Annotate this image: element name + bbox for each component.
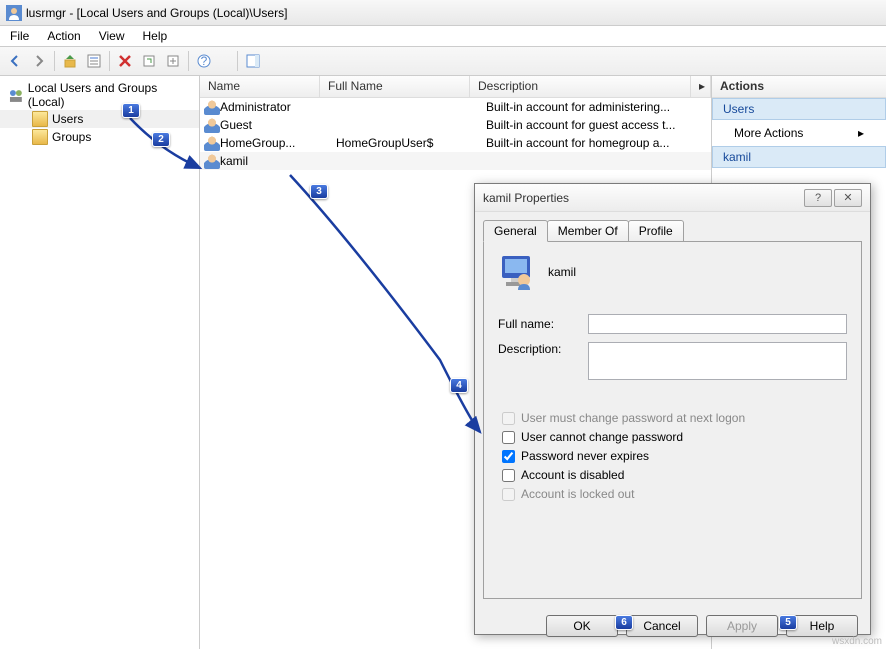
forward-button[interactable] [28, 50, 50, 72]
description-label: Description: [498, 342, 588, 356]
app-icon [6, 5, 22, 21]
user-icon [498, 254, 534, 290]
cell-desc: Built-in account for homegroup a... [486, 136, 711, 150]
actions-toggle-button[interactable] [242, 50, 264, 72]
menu-action[interactable]: Action [47, 29, 80, 43]
fullname-field[interactable] [588, 314, 847, 334]
cell-name: Guest [220, 118, 336, 132]
check-locked: Account is locked out [502, 487, 847, 501]
close-icon[interactable]: ✕ [834, 189, 862, 207]
folder-icon [32, 129, 48, 145]
tab-general[interactable]: General [483, 220, 548, 242]
menubar: File Action View Help [0, 26, 886, 46]
apply-button[interactable]: Apply [706, 615, 778, 637]
properties-dialog: kamil Properties ? ✕ General Member Of P… [474, 183, 871, 635]
window-titlebar: lusrmgr - [Local Users and Groups (Local… [0, 0, 886, 26]
tree-users[interactable]: Users [0, 110, 199, 128]
group-mgr-icon [8, 87, 24, 103]
tab-profile[interactable]: Profile [628, 220, 684, 241]
tree-groups-label: Groups [52, 130, 91, 144]
tree-pane: Local Users and Groups (Local) Users Gro… [0, 76, 200, 649]
col-description[interactable]: Description [470, 76, 691, 97]
cell-fullname: HomeGroupUser$ [336, 136, 486, 150]
svg-text:?: ? [201, 54, 208, 68]
user-icon [204, 99, 220, 115]
list-row[interactable]: kamil [200, 152, 711, 170]
dialog-username: kamil [548, 265, 576, 279]
menu-file[interactable]: File [10, 29, 29, 43]
actions-section-kamil: kamil [712, 146, 886, 168]
dialog-help-icon[interactable]: ? [804, 189, 832, 207]
list-row[interactable]: HomeGroup...HomeGroupUser$Built-in accou… [200, 134, 711, 152]
menu-help[interactable]: Help [143, 29, 168, 43]
ok-button[interactable]: OK [546, 615, 618, 637]
tree-groups[interactable]: Groups [0, 128, 199, 146]
col-name[interactable]: Name [200, 76, 320, 97]
tree-root-label: Local Users and Groups (Local) [28, 81, 195, 109]
check-never-expires[interactable]: Password never expires [502, 449, 847, 463]
cancel-button[interactable]: Cancel [626, 615, 698, 637]
folder-icon [32, 111, 48, 127]
user-icon [204, 153, 220, 169]
refresh-button[interactable] [138, 50, 160, 72]
menu-view[interactable]: View [99, 29, 125, 43]
cell-name: kamil [220, 154, 336, 168]
user-icon [204, 117, 220, 133]
description-field[interactable] [588, 342, 847, 380]
export-button[interactable] [162, 50, 184, 72]
check-disabled[interactable]: Account is disabled [502, 468, 847, 482]
up-button[interactable] [59, 50, 81, 72]
help-button[interactable]: ? [193, 50, 215, 72]
dialog-title: kamil Properties [483, 191, 804, 205]
toolbar: ? [0, 46, 886, 76]
check-must-change: User must change password at next logon [502, 411, 847, 425]
tab-strip: General Member Of Profile [475, 212, 870, 241]
actions-header: Actions [712, 76, 886, 98]
list-header: Name Full Name Description ▸ [200, 76, 711, 98]
delete-button[interactable] [114, 50, 136, 72]
list-row[interactable]: Guest Built-in account for guest access t… [200, 116, 711, 134]
tab-member-of[interactable]: Member Of [547, 220, 629, 241]
cell-desc: Built-in account for guest access t... [486, 118, 711, 132]
cell-name: HomeGroup... [220, 136, 336, 150]
tree-root[interactable]: Local Users and Groups (Local) [0, 80, 199, 110]
tab-content-general: kamil Full name: Description: User must … [483, 241, 862, 599]
list-row[interactable]: Administrator Built-in account for admini… [200, 98, 711, 116]
user-icon [204, 135, 220, 151]
properties-button[interactable] [83, 50, 105, 72]
tree-users-label: Users [52, 112, 83, 126]
cell-name: Administrator [220, 100, 336, 114]
actions-section-users: Users [712, 98, 886, 120]
back-button[interactable] [4, 50, 26, 72]
watermark-site: wsxdn.com [832, 636, 882, 647]
dialog-button-row: OK Cancel Apply Help [475, 607, 870, 645]
help-button[interactable]: Help [786, 615, 858, 637]
actions-more-users[interactable]: More Actions ▸ [712, 120, 886, 146]
check-cannot-change[interactable]: User cannot change password [502, 430, 847, 444]
window-title: lusrmgr - [Local Users and Groups (Local… [26, 6, 287, 20]
cell-desc: Built-in account for administering... [486, 100, 711, 114]
col-overflow[interactable]: ▸ [691, 76, 711, 97]
fullname-label: Full name: [498, 317, 588, 331]
col-fullname[interactable]: Full Name [320, 76, 470, 97]
dialog-titlebar[interactable]: kamil Properties ? ✕ [475, 184, 870, 212]
